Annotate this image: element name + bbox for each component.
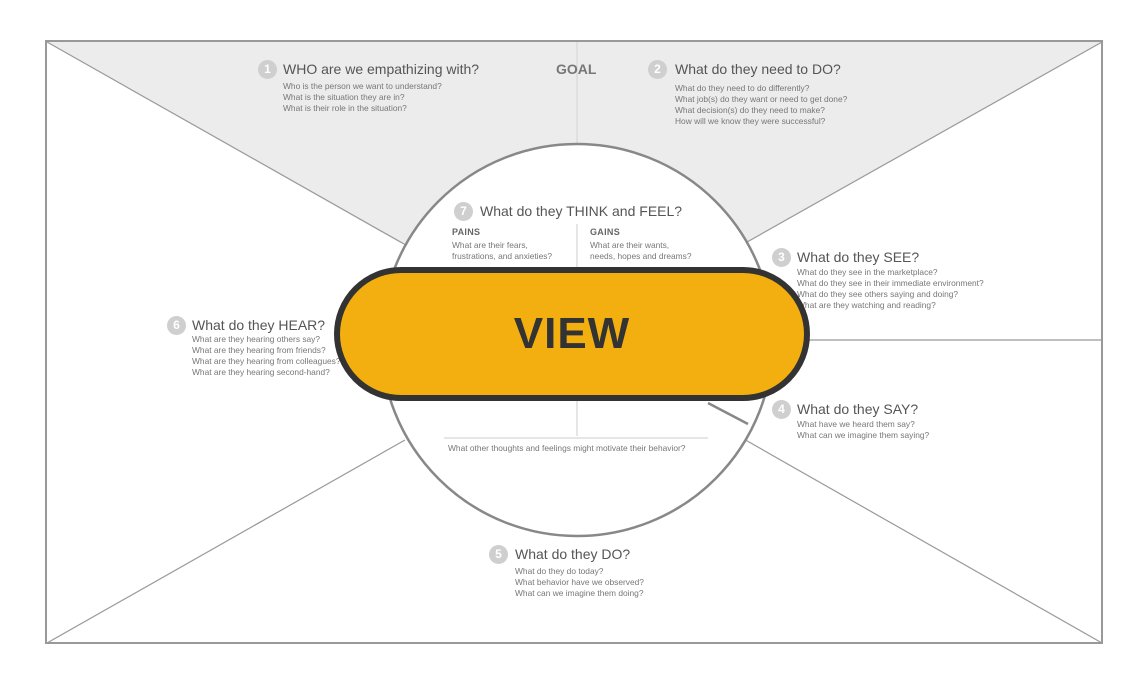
do-title: What do they DO?	[515, 546, 631, 562]
who-questions: Who is the person we want to understand?…	[283, 81, 442, 114]
hear-title: What do they HEAR?	[192, 317, 326, 333]
question: What are their wants,	[590, 240, 670, 250]
gains-questions: What are their wants, needs, hopes and d…	[590, 240, 692, 262]
question: What are they hearing others say?	[192, 334, 321, 344]
question: What are they hearing from colleagues?	[192, 356, 341, 366]
question: What have we heard them say?	[797, 419, 915, 429]
see-title: What do they SEE?	[797, 249, 920, 265]
question: What do they see in the marketplace?	[797, 267, 938, 277]
do-need-questions: What do they need to do differently? Wha…	[675, 83, 847, 127]
view-button[interactable]: VIEW	[334, 267, 810, 401]
think-feel-footer: What other thoughts and feelings might m…	[448, 443, 686, 453]
section-number-7: 7	[454, 202, 473, 221]
question: What are they hearing from friends?	[192, 345, 326, 355]
question: What can we imagine them doing?	[515, 588, 644, 598]
say-questions: What have we heard them say? What can we…	[797, 419, 929, 441]
question: What are their fears,	[452, 240, 528, 250]
section-number-3: 3	[772, 248, 791, 267]
view-button-label: VIEW	[513, 309, 631, 358]
pains-label: PAINS	[452, 227, 481, 237]
diagonal-bottom-right	[741, 437, 1103, 644]
think-feel-title: What do they THINK and FEEL?	[480, 203, 683, 219]
question: What are they hearing second-hand?	[192, 367, 330, 377]
question: What do they need to do differently?	[675, 83, 810, 93]
section-number-4: 4	[772, 400, 791, 419]
gains-label: GAINS	[590, 227, 621, 237]
question: What behavior have we observed?	[515, 577, 644, 587]
question: How will we know they were successful?	[675, 116, 826, 126]
section-number-1: 1	[258, 60, 277, 79]
question: What is their role in the situation?	[283, 103, 407, 113]
hear-questions: What are they hearing others say? What a…	[192, 334, 341, 378]
question: frustrations, and anxieties?	[452, 251, 553, 261]
section-number-2: 2	[648, 60, 667, 79]
who-title: WHO are we empathizing with?	[283, 61, 480, 77]
pains-questions: What are their fears, frustrations, and …	[452, 240, 552, 262]
question: What decision(s) do they need to make?	[675, 105, 825, 115]
question: needs, hopes and dreams?	[590, 251, 692, 261]
diagonal-bottom-left	[46, 439, 406, 644]
question: What is the situation they are in?	[283, 92, 405, 102]
say-title: What do they SAY?	[797, 401, 919, 417]
section-number-6: 6	[167, 316, 186, 335]
goal-label: GOAL	[556, 61, 597, 77]
do-questions: What do they do today? What behavior hav…	[515, 566, 644, 599]
question: What do they do today?	[515, 566, 604, 576]
question: What do they see others saying and doing…	[797, 289, 959, 299]
question: Who is the person we want to understand?	[283, 81, 442, 91]
question: What job(s) do they want or need to get …	[675, 94, 848, 104]
question: What are they watching and reading?	[797, 300, 936, 310]
see-questions: What do they see in the marketplace? Wha…	[797, 267, 984, 311]
question: What can we imagine them saying?	[797, 430, 930, 440]
do-need-title: What do they need to DO?	[675, 61, 841, 77]
question: What do they see in their immediate envi…	[797, 278, 984, 288]
section-number-5: 5	[489, 545, 508, 564]
